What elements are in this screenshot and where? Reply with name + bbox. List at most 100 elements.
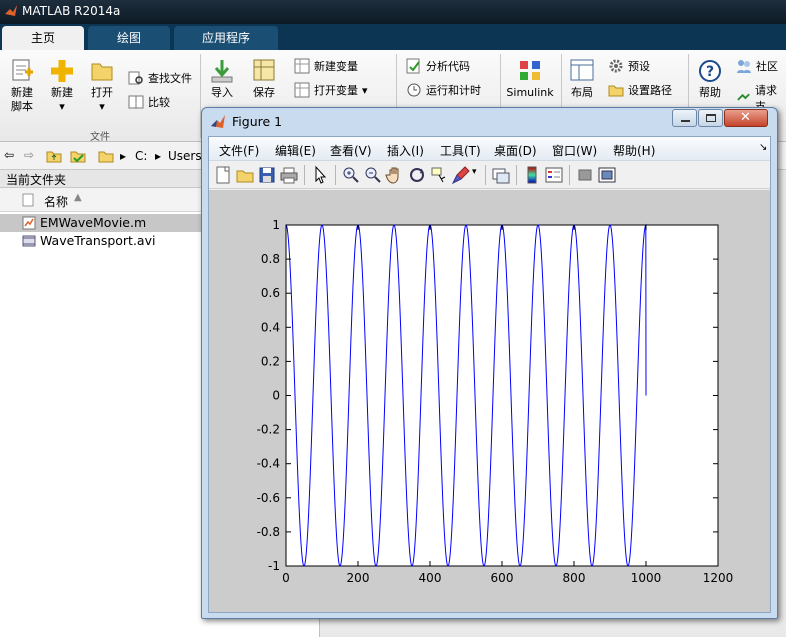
legend-icon[interactable] [544, 165, 564, 185]
y-tick-label: 0.8 [261, 252, 280, 266]
layout-button[interactable]: 布局 [566, 58, 598, 100]
up-folder-icon[interactable] [46, 148, 62, 164]
figure-title: Figure 1 [232, 114, 283, 129]
open-label: 打开 [91, 86, 113, 99]
open-button[interactable]: 打开 ▾ [86, 58, 118, 114]
new-script-button[interactable]: 新建 脚本 [6, 58, 38, 114]
x-tick-label: 0 [282, 571, 290, 585]
link-plot-icon[interactable] [491, 165, 511, 185]
y-tick-label: -1 [268, 559, 280, 573]
simulink-icon [520, 61, 540, 80]
y-tick-label: 0.2 [261, 354, 280, 368]
find-files-button[interactable]: 查找文件 [128, 70, 192, 86]
y-tick-label: 0.6 [261, 286, 280, 300]
set-path-label: 设置路径 [628, 84, 672, 97]
community-label: 社区 [756, 60, 778, 73]
save-workspace-icon [253, 59, 275, 81]
pan-hand-icon[interactable] [385, 165, 405, 185]
compare-button[interactable]: 比较 [128, 94, 170, 110]
menu-help[interactable]: 帮助(H) [613, 142, 655, 159]
chevron-down-icon[interactable]: ▾ [472, 167, 477, 177]
y-tick-label: -0.8 [257, 525, 280, 539]
tab-home[interactable]: 主页 [2, 26, 84, 50]
new-variable-label: 新建变量 [314, 60, 358, 73]
analyze-code-icon [406, 58, 420, 74]
save-icon[interactable] [257, 165, 277, 185]
edit-plot-arrow-icon[interactable] [310, 165, 330, 185]
figure-client-area: 文件(F) 编辑(E) 查看(V) 插入(I) 工具(T) 桌面(D) 窗口(W… [208, 136, 771, 613]
save-workspace-button[interactable]: 保存 [248, 58, 280, 100]
data-cursor-icon[interactable] [429, 165, 449, 185]
breadcrumb-drive[interactable]: C: [135, 149, 147, 163]
new-variable-button[interactable]: 新建变量 [294, 58, 358, 74]
figure-menubar: 文件(F) 编辑(E) 查看(V) 插入(I) 工具(T) 桌面(D) 窗口(W… [209, 137, 770, 161]
close-button[interactable]: ✕ [724, 109, 768, 127]
breadcrumb-users[interactable]: Users [168, 149, 202, 163]
hide-plot-tools-icon[interactable] [575, 165, 595, 185]
save-label: 保存 [253, 86, 275, 99]
menu-insert[interactable]: 插入(I) [387, 142, 424, 159]
ribbon-tab-strip: 主页 绘图 应用程序 [0, 24, 786, 50]
menu-edit[interactable]: 编辑(E) [275, 142, 316, 159]
import-icon [211, 60, 233, 83]
import-button[interactable]: 导入 [206, 58, 238, 100]
breadcrumb-arrow-icon: ▸ [155, 149, 162, 163]
minimize-button[interactable] [672, 109, 697, 127]
forward-arrow-icon[interactable]: ⇨ [24, 148, 34, 162]
zoom-in-icon[interactable] [341, 165, 361, 185]
y-tick-label: -0.6 [257, 491, 280, 505]
import-label: 导入 [211, 86, 233, 99]
community-button[interactable]: 社区 [736, 58, 778, 74]
name-column-label: 名称 [44, 195, 69, 209]
compare-label: 比较 [148, 96, 170, 109]
new-script-icon [12, 59, 33, 81]
new-figure-icon[interactable] [213, 165, 233, 185]
figure-title-bar[interactable]: Figure 1 ✕ [202, 108, 777, 136]
x-tick-label: 1200 [703, 571, 734, 585]
tab-apps[interactable]: 应用程序 [174, 26, 278, 50]
help-button[interactable]: ? 帮助 [694, 58, 726, 100]
toolbar-separator [485, 165, 486, 185]
y-tick-label: 0 [272, 389, 280, 403]
m-file-icon [22, 216, 36, 230]
browse-folder-icon[interactable] [70, 148, 86, 164]
set-path-button[interactable]: 设置路径 [608, 82, 672, 98]
menu-file[interactable]: 文件(F) [219, 142, 259, 159]
new-button[interactable]: 新建 ▾ [46, 58, 78, 114]
colorbar-icon[interactable] [522, 165, 542, 185]
open-file-icon[interactable] [235, 165, 255, 185]
toolbar-separator [516, 165, 517, 185]
menu-view[interactable]: 查看(V) [330, 142, 372, 159]
svg-text:?: ? [706, 64, 714, 80]
dock-arrow-icon[interactable]: ↘ [759, 142, 767, 153]
help-label: 帮助 [699, 86, 721, 99]
line-chart[interactable]: 0 200 400 600 800 1000 1200 -1 -0.8 -0.6 -0.4 -0.2 0… [209, 190, 770, 612]
preferences-button[interactable]: 预设 [608, 58, 650, 74]
zoom-out-icon[interactable] [363, 165, 383, 185]
back-arrow-icon[interactable]: ⇦ [4, 148, 14, 162]
x-tick-label: 600 [491, 571, 514, 585]
menu-tools[interactable]: 工具(T) [440, 142, 481, 159]
rotate-3d-icon[interactable] [407, 165, 427, 185]
maximize-icon [706, 114, 716, 122]
video-file-icon [22, 235, 36, 247]
breadcrumb-arrow-icon: ▸ [120, 149, 127, 163]
close-icon: ✕ [740, 110, 751, 125]
menu-window[interactable]: 窗口(W) [552, 142, 597, 159]
find-files-icon [128, 71, 143, 85]
run-and-time-button[interactable]: 运行和计时 [406, 82, 481, 98]
print-icon[interactable] [279, 165, 299, 185]
brush-icon[interactable] [451, 165, 471, 185]
show-plot-tools-icon[interactable] [597, 165, 617, 185]
analyze-code-button[interactable]: 分析代码 [406, 58, 470, 74]
simulink-button[interactable]: Simulink [505, 58, 555, 100]
maximize-button[interactable] [698, 109, 723, 127]
tab-plots[interactable]: 绘图 [88, 26, 170, 50]
open-variable-label: 打开变量 [314, 84, 358, 97]
new-script-label-1: 新建 [11, 86, 33, 99]
menu-desktop[interactable]: 桌面(D) [494, 142, 537, 159]
open-variable-button[interactable]: 打开变量 ▾ [294, 82, 368, 98]
folder-open-icon [91, 63, 113, 81]
file-column-icon [22, 193, 34, 207]
y-tick-label: -0.2 [257, 423, 280, 437]
